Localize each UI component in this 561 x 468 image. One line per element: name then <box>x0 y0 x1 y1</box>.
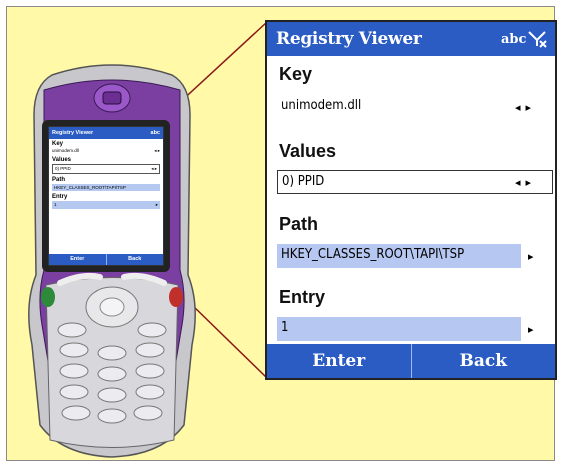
phone-mini-screen: Registry Viewer abc Key unimodem.dll ◂ ▸ … <box>48 126 164 266</box>
key-label: Key <box>279 64 313 84</box>
mini-abc: abc <box>150 130 160 136</box>
values-label: Values <box>279 141 337 161</box>
mini-values-label: Values <box>52 157 72 163</box>
mini-key-value: unimodem.dll ◂ ▸ <box>52 148 160 153</box>
path-label: Path <box>279 214 319 234</box>
figure-frame: Registry Viewer abc Key unimodem.dll ◂ ▸ … <box>0 0 561 468</box>
key-value-field[interactable]: unimodem.dll <box>277 95 521 119</box>
entry-right-arrow[interactable]: ▸ <box>528 323 534 336</box>
mini-path-label: Path <box>52 177 66 183</box>
no-signal-icon <box>528 31 547 48</box>
path-field[interactable]: HKEY_CLASSES_ROOT\TAPI\TSP <box>277 244 521 268</box>
title-bar: Registry Viewer abc <box>267 22 555 56</box>
mini-back-softkey: Back <box>105 254 164 265</box>
softkey-bar: Enter Back <box>267 344 555 378</box>
entry-label: Entry <box>279 287 326 307</box>
mini-title-bar: Registry Viewer abc <box>49 127 163 139</box>
enter-softkey[interactable]: Enter <box>267 344 411 378</box>
back-softkey[interactable]: Back <box>410 344 556 378</box>
mini-title: Registry Viewer <box>52 130 94 136</box>
mini-entry-value: 1 ▸ <box>52 201 160 209</box>
path-right-arrow[interactable]: ▸ <box>528 250 534 263</box>
mini-key-label: Key <box>52 141 64 147</box>
enlarged-screen: Registry Viewer abc Key unimodem.dll ◂▸ … <box>265 20 557 380</box>
input-mode-indicator[interactable]: abc <box>501 32 526 47</box>
app-title: Registry Viewer <box>276 29 422 49</box>
mini-path-value: HKEY_CLASSES_ROOT\TAPI\TSP <box>52 184 160 191</box>
values-field[interactable]: 0) PPID <box>277 170 553 194</box>
phone-illustration: Registry Viewer abc Key unimodem.dll ◂ ▸ … <box>12 45 212 465</box>
mini-entry-label: Entry <box>52 194 68 200</box>
key-spinner-arrows[interactable]: ◂▸ <box>515 101 536 114</box>
mini-softkey-bar: Enter Back <box>49 254 163 265</box>
values-spinner-arrows[interactable]: ◂▸ <box>515 176 536 189</box>
entry-field[interactable]: 1 <box>277 317 521 341</box>
mini-values-value: 0) PPID ◂ ▸ <box>52 164 160 174</box>
mini-enter-softkey: Enter <box>70 256 85 262</box>
